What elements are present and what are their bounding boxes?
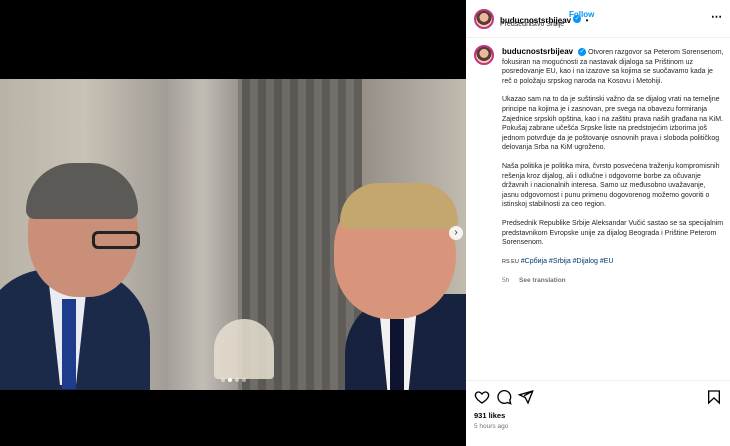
caption-paragraph: Ukazao sam na to da je suštinski važno d… (502, 96, 724, 152)
likes-count[interactable]: 931 likes (474, 411, 505, 420)
caption: buducnostsrbijeav ✓ Otvoren razgovor sa P… (502, 47, 724, 286)
carousel-next-button[interactable]: › (449, 226, 463, 240)
caption-area: buducnostsrbijeav ✓ Otvoren razgovor sa P… (466, 40, 730, 380)
carousel-dot[interactable] (241, 378, 246, 382)
carousel-dots (0, 378, 466, 382)
bookmark-icon[interactable] (706, 389, 722, 405)
carousel-dot[interactable] (234, 378, 239, 382)
hashtag-links[interactable]: #Србија #Srbija #Dijalog #EU (521, 258, 614, 265)
location-label[interactable]: Predsedništvo Srbije (500, 21, 564, 28)
verified-badge-icon: ✓ (578, 48, 587, 57)
share-icon[interactable] (518, 389, 534, 405)
caption-avatar[interactable] (474, 45, 494, 65)
post-photo[interactable] (0, 79, 466, 390)
post-header: buducnostsrbijeav ✓ • Follow Predsedništv… (466, 0, 730, 38)
caption-meta: 5h See translation (502, 276, 724, 286)
action-bar: 931 likes 5 hours ago (466, 380, 730, 446)
more-options-icon[interactable]: ⋯ (711, 10, 722, 23)
see-translation-button[interactable]: See translation (519, 277, 566, 284)
language-flags: RS EU (502, 258, 519, 265)
post-age: 5h (502, 277, 510, 285)
caption-paragraph: Predsednik Republike Srbije Aleksandar V… (502, 219, 724, 247)
post-sidebar: buducnostsrbijeav ✓ • Follow Predsedništv… (466, 0, 730, 446)
caption-paragraph: Naša politika je politika mira, čvrsto p… (502, 162, 720, 209)
heart-icon[interactable] (474, 389, 490, 405)
comment-icon[interactable] (496, 389, 512, 405)
carousel-dot[interactable] (220, 378, 225, 382)
carousel-dot[interactable] (227, 378, 232, 382)
caption-username[interactable]: buducnostsrbijeav (502, 47, 573, 56)
media-pane: › (0, 0, 466, 446)
post-timestamp[interactable]: 5 hours ago (474, 423, 508, 430)
avatar[interactable] (474, 9, 494, 29)
follow-button[interactable]: Follow (569, 10, 594, 19)
photo-lamp (214, 319, 274, 379)
